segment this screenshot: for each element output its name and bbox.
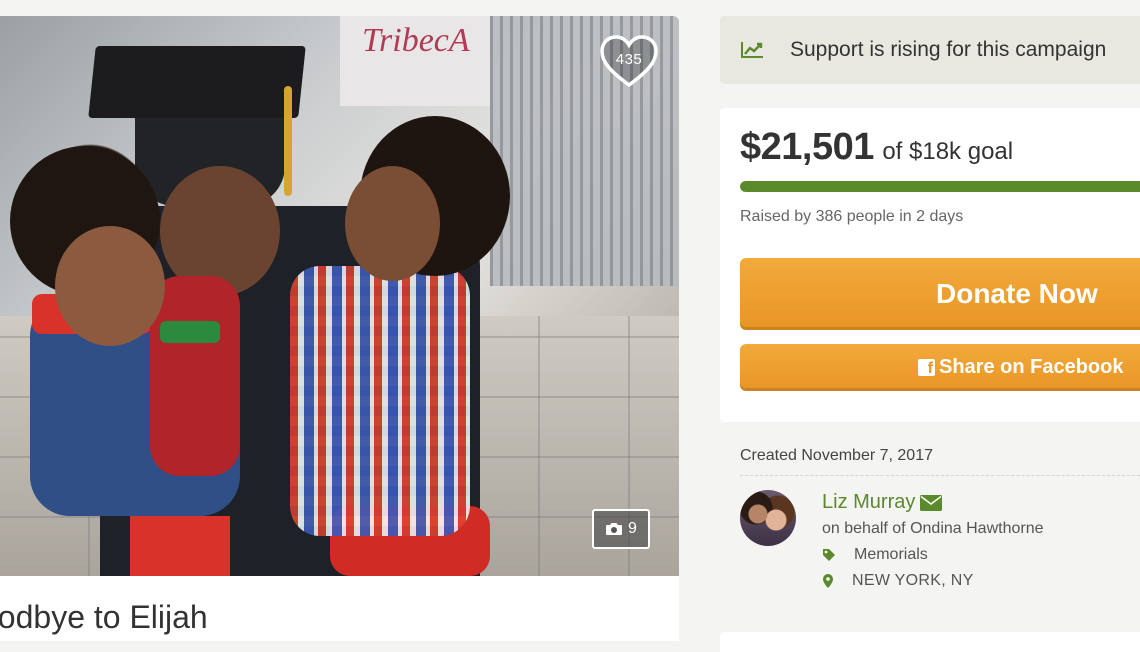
photo-child-right-shirt (290, 266, 470, 536)
organizer-avatar[interactable] (740, 490, 796, 546)
donate-now-label: Donate Now (936, 278, 1098, 309)
facebook-icon (918, 359, 935, 378)
amount-summary: $21,501 of $18k goal (740, 126, 1013, 169)
photo-grad-cap (88, 46, 306, 118)
progress-bar (740, 181, 1140, 192)
trend-banner: Support is rising for this campaign (720, 16, 1140, 84)
photo-child-left-pants (130, 516, 230, 576)
photo-child-left-green (160, 321, 220, 343)
progress-fill (740, 181, 1140, 192)
location-label: NEW YORK, NY (852, 572, 974, 589)
campaign-details: Created November 7, 2017 Liz Murray on b… (720, 430, 1140, 641)
envelope-icon[interactable] (920, 494, 943, 511)
created-date: Created November 7, 2017 (740, 447, 933, 464)
organizer-name-link[interactable]: Liz Murray (822, 491, 915, 514)
photo-tassel (284, 86, 292, 196)
photo-child-right-face (345, 166, 440, 281)
donate-now-button[interactable]: Donate Now (740, 258, 1140, 330)
raised-by-text: Raised by 386 people in 2 days (740, 208, 964, 225)
share-facebook-button[interactable]: Share on Facebook (740, 344, 1140, 391)
location-row: NEW YORK, NY (822, 572, 974, 590)
trend-chart-icon (741, 42, 763, 58)
amount-raised: $21,501 (740, 126, 874, 168)
photo-child-left-face (55, 226, 165, 346)
photo-banner-text: TribecA (362, 22, 470, 59)
map-pin-icon (823, 574, 833, 588)
organizer: Liz Murray (822, 491, 943, 514)
category-row[interactable]: Memorials (822, 546, 928, 564)
like-count: 435 (615, 51, 643, 68)
tag-icon (823, 549, 835, 561)
goal-text: of $18k goal (882, 138, 1014, 165)
donation-card: $21,501 of $18k goal Raised by 386 peopl… (720, 108, 1140, 422)
trend-text: Support is rising for this campaign (790, 38, 1107, 61)
on-behalf-text: on behalf of Ondina Hawthorne (822, 520, 1044, 537)
details-divider (740, 475, 1140, 476)
next-card-edge (720, 632, 1140, 652)
like-heart-button[interactable]: 435 (598, 34, 660, 90)
photo-gallery-button[interactable]: 9 (592, 509, 650, 549)
share-facebook-label: Share on Facebook (939, 356, 1124, 378)
campaign-title: oodbye to Elijah (0, 599, 208, 635)
category-label: Memorials (854, 546, 928, 563)
photo-count: 9 (628, 520, 637, 537)
camera-icon (606, 523, 623, 535)
campaign-photo[interactable]: TribecA (0, 16, 679, 576)
photo-child-left-red (150, 276, 240, 476)
